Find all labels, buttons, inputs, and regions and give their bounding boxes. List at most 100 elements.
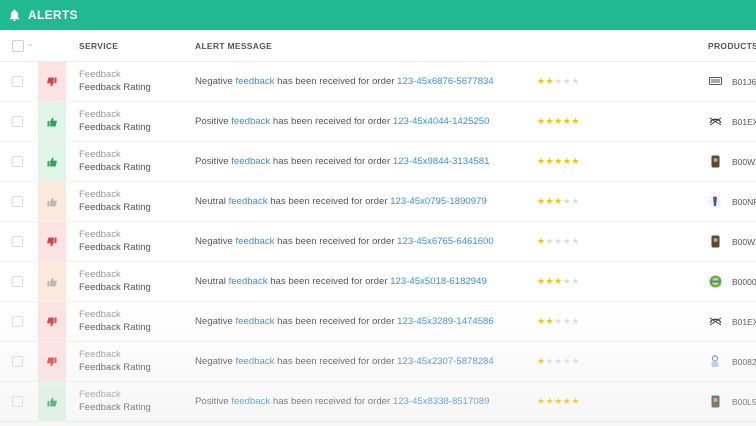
star-icon: ★	[545, 396, 555, 406]
headphones-icon[interactable]	[708, 314, 722, 328]
alert-message: Negative feedback has been received for …	[195, 76, 494, 87]
table-row[interactable]: Feedback Feedback Rating Neutral feedback …	[0, 182, 756, 222]
product-code[interactable]: B00WX	[732, 157, 756, 167]
message-text: has been received for order	[277, 236, 395, 247]
feedback-link[interactable]: feedback	[229, 276, 268, 287]
star-icon: ★	[537, 396, 546, 406]
order-link[interactable]: 123-45x2307-5878284	[397, 356, 494, 367]
earbuds-icon[interactable]	[708, 354, 722, 368]
alerts-table-body: Feedback Feedback Rating Negative feedback…	[0, 62, 756, 422]
star-icon: ★	[571, 196, 580, 206]
product-code[interactable]: B01J6	[732, 77, 756, 87]
feedback-link[interactable]: feedback	[236, 316, 275, 327]
alert-message: Positive feedback has been received for …	[195, 116, 489, 127]
star-rating: ★★★★★	[537, 396, 580, 407]
message-text: has been received for order	[270, 196, 388, 207]
star-icon: ★	[571, 316, 580, 326]
message-text: has been received for order	[270, 276, 388, 287]
product-code[interactable]: B0000	[732, 277, 756, 287]
row-checkbox[interactable]	[12, 316, 23, 327]
product-code[interactable]: B01EX	[732, 117, 756, 127]
product-code[interactable]: B00WX	[732, 237, 756, 247]
product-code[interactable]: B00L5	[732, 397, 756, 407]
star-icon: ★	[545, 116, 555, 126]
star-icon: ★	[554, 156, 563, 166]
service-cell: Feedback Feedback Rating	[79, 109, 151, 134]
thumbs-up-icon	[47, 157, 57, 167]
figurine-icon[interactable]	[708, 194, 722, 208]
keyboard-icon[interactable]	[708, 74, 722, 88]
row-checkbox[interactable]	[12, 76, 23, 87]
table-row[interactable]: Feedback Feedback Rating Negative feedback…	[0, 342, 756, 382]
service-name: Feedback	[79, 109, 121, 120]
feedback-link[interactable]: feedback	[231, 396, 270, 407]
table-row[interactable]: Feedback Feedback Rating Positive feedback…	[0, 382, 756, 422]
column-header-service[interactable]: SERVICE	[79, 41, 118, 51]
phone-case-icon[interactable]	[708, 234, 722, 248]
row-checkbox[interactable]	[12, 116, 23, 127]
table-row[interactable]: Feedback Feedback Rating Negative feedback…	[0, 62, 756, 102]
badge-icon[interactable]	[708, 274, 722, 288]
phone-case-icon[interactable]	[708, 394, 722, 408]
product-code[interactable]: B00NF	[732, 197, 756, 207]
column-header-alert-message[interactable]: ALERT MESSAGE	[195, 41, 272, 51]
star-icon: ★	[571, 356, 580, 366]
product-code[interactable]: B0082	[732, 357, 756, 367]
feedback-link[interactable]: feedback	[236, 76, 275, 87]
row-checkbox[interactable]	[12, 156, 23, 167]
service-type: Feedback Rating	[79, 121, 151, 133]
table-row[interactable]: Feedback Feedback Rating Positive feedback…	[0, 102, 756, 142]
order-link[interactable]: 123-45x9844-3134581	[393, 156, 490, 167]
order-link[interactable]: 123-45x0795-1890979	[390, 196, 487, 207]
star-rating: ★★★★★	[537, 356, 580, 367]
service-name: Feedback	[79, 229, 121, 240]
headphones-icon[interactable]	[708, 114, 722, 128]
row-checkbox[interactable]	[12, 396, 23, 407]
star-rating: ★★★★★	[537, 116, 580, 127]
column-header-products[interactable]: PRODUCTS	[708, 41, 756, 51]
select-all-checkbox[interactable]	[12, 40, 24, 52]
alert-message: Positive feedback has been received for …	[195, 396, 489, 407]
sentiment-text: Negative	[195, 356, 233, 367]
star-icon: ★	[545, 76, 555, 86]
feedback-link[interactable]: feedback	[231, 116, 270, 127]
row-checkbox[interactable]	[12, 196, 23, 207]
feedback-link[interactable]: feedback	[231, 156, 270, 167]
alert-message: Negative feedback has been received for …	[195, 356, 494, 367]
star-icon: ★	[554, 116, 563, 126]
star-icon: ★	[545, 236, 555, 246]
star-icon: ★	[554, 196, 563, 206]
order-link[interactable]: 123-45x4044-1425250	[393, 116, 490, 127]
thumbs-down-icon	[47, 317, 57, 327]
service-name: Feedback	[79, 309, 121, 320]
feedback-link[interactable]: feedback	[236, 356, 275, 367]
service-name: Feedback	[79, 269, 121, 280]
thumbs-down-icon	[47, 237, 57, 247]
row-checkbox[interactable]	[12, 276, 23, 287]
table-header: ⌄ SERVICE ALERT MESSAGE PRODUCTS	[0, 30, 756, 62]
feedback-link[interactable]: feedback	[229, 196, 268, 207]
phone-case-icon[interactable]	[708, 154, 722, 168]
order-link[interactable]: 123-45x5018-6182949	[390, 276, 487, 287]
chevron-down-icon[interactable]: ⌄	[27, 39, 34, 48]
order-link[interactable]: 123-45x3289-1474586	[397, 316, 494, 327]
product-code[interactable]: B01EX	[732, 317, 756, 327]
thumbs-up-icon	[47, 277, 57, 287]
thumbs-down-icon	[47, 357, 57, 367]
table-row[interactable]: Feedback Feedback Rating Negative feedback…	[0, 302, 756, 342]
service-name: Feedback	[79, 69, 121, 80]
service-name: Feedback	[79, 349, 121, 360]
order-link[interactable]: 123-45x8338-8517089	[393, 396, 490, 407]
message-text: has been received for order	[277, 316, 395, 327]
order-link[interactable]: 123-45x6765-6461600	[397, 236, 494, 247]
table-row[interactable]: Feedback Feedback Rating Positive feedback…	[0, 142, 756, 182]
table-row[interactable]: Feedback Feedback Rating Neutral feedback …	[0, 262, 756, 302]
row-checkbox[interactable]	[12, 356, 23, 367]
order-link[interactable]: 123-45x6876-5677834	[397, 76, 494, 87]
service-cell: Feedback Feedback Rating	[79, 69, 151, 94]
row-checkbox[interactable]	[12, 236, 23, 247]
feedback-link[interactable]: feedback	[236, 236, 275, 247]
service-type: Feedback Rating	[79, 201, 151, 213]
alert-message: Negative feedback has been received for …	[195, 316, 494, 327]
table-row[interactable]: Feedback Feedback Rating Negative feedback…	[0, 222, 756, 262]
